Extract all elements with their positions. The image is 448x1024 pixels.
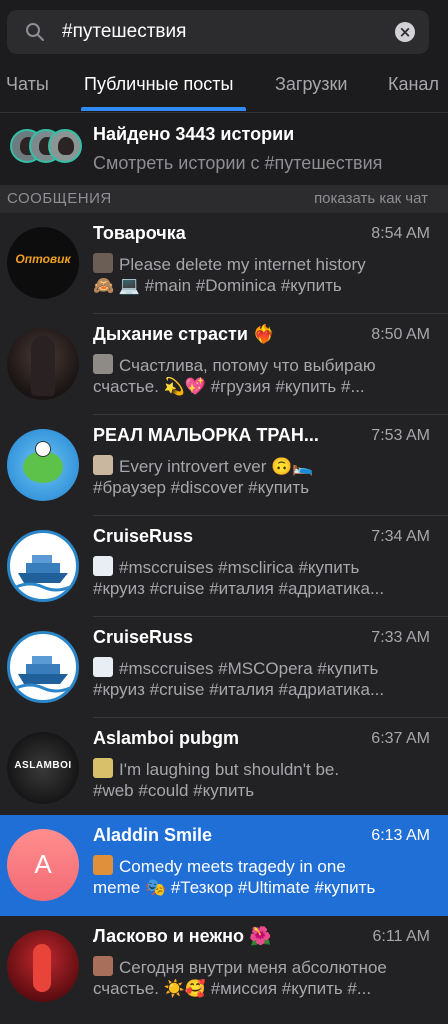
message-time: 6:13 AM — [371, 827, 430, 844]
media-thumbnail — [93, 455, 113, 475]
list-item[interactable]: ASLAMBOI Aslamboi pubgm 6:37 AM I'm laug… — [0, 718, 448, 819]
message-tags: 🙈 💻 #main #Dominica #купить — [93, 276, 342, 295]
media-thumbnail — [93, 758, 113, 778]
search-bar: #путешествия × — [0, 0, 448, 66]
message-tags: счастье. ☀️🥰 #миссия #купить #... — [93, 979, 372, 998]
message-preview: Счастлива, потому что выбираю — [93, 354, 433, 376]
search-field[interactable]: #путешествия × — [7, 10, 429, 54]
search-input[interactable]: #путешествия — [62, 21, 186, 43]
search-icon — [26, 23, 44, 41]
message-preview: Сегодня внутри меня абсолютное — [93, 956, 433, 978]
list-item[interactable]: РЕАЛ МАЛЬОРКА ТРАН... 7:53 AM Every intr… — [0, 415, 448, 516]
ship-icon — [15, 656, 71, 693]
message-preview: Please delete my internet history — [93, 253, 433, 275]
message-time: 6:37 AM — [371, 730, 430, 747]
avatar: Оптовик — [7, 227, 79, 299]
list-item[interactable]: Ласково и нежно 🌺 6:11 AM Сегодня внутри… — [0, 916, 448, 1017]
message-time: 7:53 AM — [371, 427, 430, 444]
message-tags: #круиз #cruise #италия #адриатика... — [93, 680, 385, 699]
ship-icon — [15, 555, 71, 592]
tab-channels[interactable]: Канал — [388, 74, 439, 95]
media-thumbnail — [93, 354, 113, 374]
list-item[interactable]: CruiseRuss 7:33 AM #msccruises #MSCOpera… — [0, 617, 448, 718]
tab-chats[interactable]: Чаты — [6, 74, 49, 95]
chat-name: Товарочка — [93, 223, 186, 243]
chat-name: Дыхание страсти ❤️‍🔥 — [93, 324, 276, 344]
chat-name: Aladdin Smile — [93, 825, 213, 845]
message-time: 7:33 AM — [371, 629, 430, 646]
avatar — [7, 429, 79, 501]
list-item-selected[interactable]: A Aladdin Smile 6:13 AM Comedy meets tra… — [0, 815, 448, 916]
chat-name: РЕАЛ МАЛЬОРКА ТРАН... — [93, 425, 319, 445]
chat-name: Ласково и нежно 🌺 — [93, 926, 272, 946]
avatar — [7, 631, 79, 703]
chat-name: CruiseRuss — [93, 526, 194, 546]
message-tags: #круиз #cruise #италия #адриатика... — [93, 579, 385, 598]
section-title: СООБЩЕНИЯ — [7, 190, 112, 207]
media-thumbnail — [93, 657, 113, 677]
section-header: СООБЩЕНИЯ показать как чат — [0, 185, 448, 213]
chat-name: CruiseRuss — [93, 627, 194, 647]
message-tags: #браузер #discover #купить — [93, 478, 310, 497]
tab-bar: Чаты Публичные посты Загрузки Канал — [0, 66, 448, 113]
chat-name: Aslamboi pubgm — [93, 728, 240, 748]
message-tags: #web #could #купить — [93, 781, 255, 800]
message-preview: #msccruises #MSCOpera #купить — [93, 657, 433, 679]
stories-subtitle: Смотреть истории с #путешествия — [93, 153, 383, 173]
stories-title: Найдено 3443 истории — [93, 124, 295, 144]
message-preview: I'm laughing but shouldn't be. — [93, 758, 433, 780]
avatar — [7, 530, 79, 602]
tab-downloads[interactable]: Загрузки — [275, 74, 347, 95]
message-tags: счастье. 💫💖 #грузия #купить #... — [93, 377, 365, 396]
media-thumbnail — [93, 956, 113, 976]
message-time: 6:11 AM — [372, 928, 430, 945]
media-thumbnail — [93, 253, 113, 273]
avatar: A — [7, 829, 79, 901]
list-item[interactable]: CruiseRuss 7:34 AM #msccruises #mscliric… — [0, 516, 448, 617]
message-time: 8:50 AM — [371, 326, 430, 343]
media-thumbnail — [93, 556, 113, 576]
avatar — [7, 930, 79, 1002]
message-preview: #msccruises #msclirica #купить — [93, 556, 433, 578]
show-as-chat-button[interactable]: показать как чат — [314, 190, 428, 207]
message-time: 7:34 AM — [371, 528, 430, 545]
tab-public-posts[interactable]: Публичные посты — [84, 74, 233, 95]
message-time: 8:54 AM — [371, 225, 430, 242]
list-item[interactable]: Оптовик Товарочка 8:54 AM Please delete … — [0, 213, 448, 314]
stories-banner[interactable]: Найдено 3443 истории Смотреть истории с … — [0, 113, 448, 185]
message-preview: Comedy meets tragedy in one — [93, 855, 433, 877]
clear-search-icon[interactable]: × — [395, 22, 415, 42]
story-avatar — [48, 129, 82, 163]
story-avatars — [10, 129, 82, 165]
active-tab-indicator — [81, 107, 246, 111]
message-tags: meme 🎭 #Тезкор #Ultimate #купить — [93, 878, 376, 897]
message-preview: Every introvert ever 🙃🛌 — [93, 455, 433, 477]
avatar — [7, 328, 79, 400]
avatar: ASLAMBOI — [7, 732, 79, 804]
media-thumbnail — [93, 855, 113, 875]
list-item[interactable]: Дыхание страсти ❤️‍🔥 8:50 AM Счастлива, … — [0, 314, 448, 415]
